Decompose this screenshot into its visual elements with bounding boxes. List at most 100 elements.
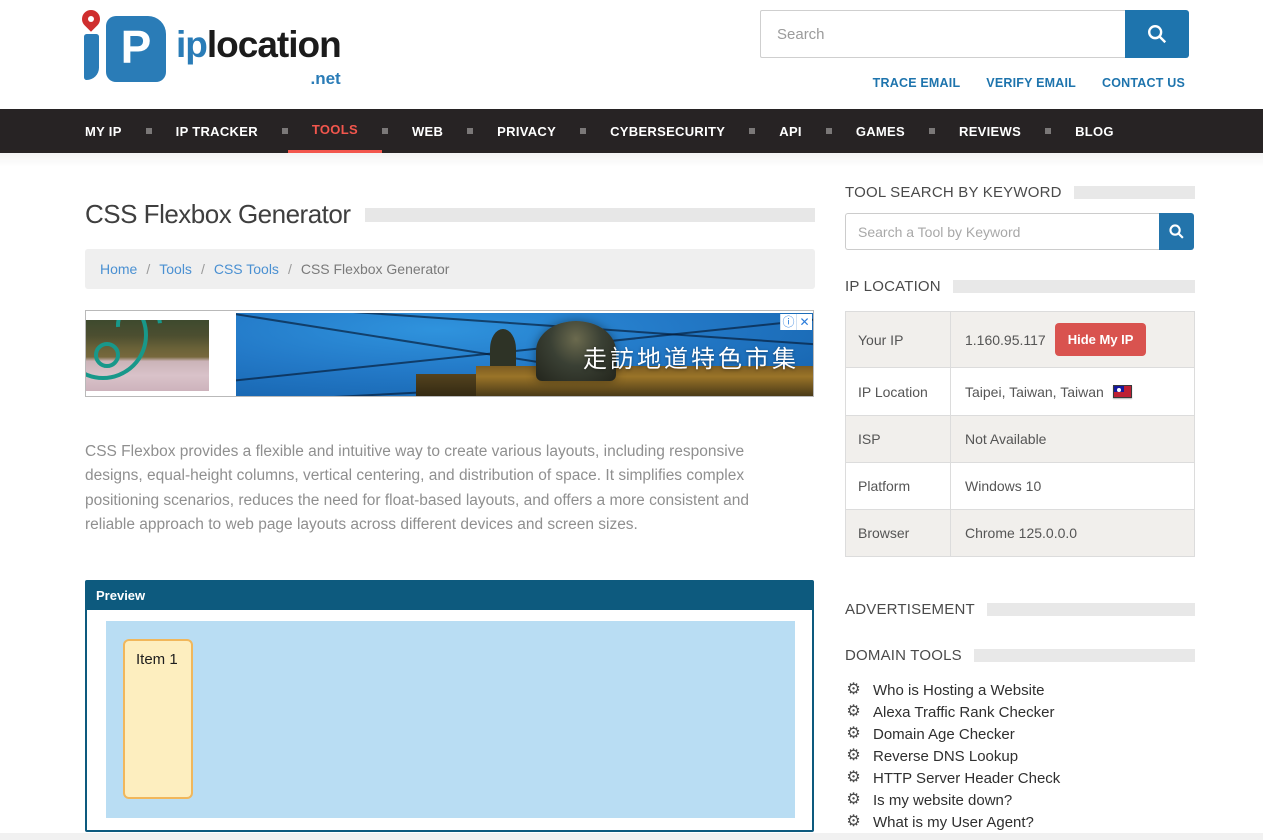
nav-item-my-ip[interactable]: MY IP bbox=[85, 109, 146, 153]
logo-icon: P bbox=[76, 10, 198, 82]
nav-shadow bbox=[0, 153, 1263, 167]
nav-item-blog[interactable]: BLOG bbox=[1051, 109, 1138, 153]
heading-decorative-bar bbox=[1074, 186, 1195, 199]
domain-tool-link-hosting[interactable]: Who is Hosting a Website bbox=[873, 682, 1044, 699]
ad-info-icon[interactable]: ⓘ bbox=[780, 314, 796, 330]
gear-icon: ⚙ bbox=[845, 748, 862, 764]
isp-value: Not Available bbox=[965, 431, 1046, 447]
ip-location-value: Taipei, Taiwan, Taiwan bbox=[965, 384, 1104, 400]
tool-search-input[interactable] bbox=[845, 213, 1159, 250]
heading-decorative-bar bbox=[953, 280, 1195, 293]
nav-item-ip-tracker[interactable]: IP TRACKER bbox=[152, 109, 282, 153]
flex-item-1[interactable]: Item 1 bbox=[123, 639, 193, 799]
site-logo[interactable]: P iplocation .net bbox=[76, 10, 341, 98]
title-decorative-bar bbox=[365, 208, 815, 222]
trace-email-link[interactable]: TRACE EMAIL bbox=[873, 76, 961, 90]
header-links: TRACE EMAIL VERIFY EMAIL CONTACT US bbox=[873, 76, 1185, 90]
location-pin-icon bbox=[78, 6, 103, 31]
logo-text: iplocation .net bbox=[176, 26, 341, 98]
breadcrumb-css-tools[interactable]: CSS Tools bbox=[214, 261, 279, 277]
list-item: ⚙ Domain Age Checker bbox=[845, 723, 1195, 745]
nav-item-games[interactable]: GAMES bbox=[832, 109, 929, 153]
site-header: P iplocation .net TRACE EMAIL VERIFY EMA… bbox=[0, 0, 1263, 109]
gear-icon: ⚙ bbox=[845, 682, 862, 698]
list-item: ⚙ Alexa Traffic Rank Checker bbox=[845, 701, 1195, 723]
search-icon bbox=[1168, 223, 1185, 240]
browser-value: Chrome 125.0.0.0 bbox=[965, 525, 1077, 541]
ip-location-heading-text: IP LOCATION bbox=[845, 278, 941, 295]
advertisement-heading-text: ADVERTISEMENT bbox=[845, 601, 975, 618]
domain-tools-heading: DOMAIN TOOLS bbox=[845, 647, 1195, 664]
flexbox-preview-container: Item 1 bbox=[106, 621, 795, 818]
page-title: CSS Flexbox Generator bbox=[85, 199, 351, 230]
search-icon bbox=[1146, 23, 1168, 45]
row-label: IP Location bbox=[846, 368, 951, 415]
ad-building-spire bbox=[490, 329, 516, 369]
hide-my-ip-button[interactable]: Hide My IP bbox=[1055, 323, 1147, 356]
advertisement-heading: ADVERTISEMENT bbox=[845, 601, 1195, 618]
header-search-input[interactable] bbox=[760, 10, 1125, 58]
nav-item-tools[interactable]: TOOLS bbox=[288, 109, 382, 153]
ad-left-image bbox=[86, 320, 209, 391]
list-item: ⚙ Is my website down? bbox=[845, 789, 1195, 811]
nav-item-privacy[interactable]: PRIVACY bbox=[473, 109, 580, 153]
ip-location-table: Your IP 1.160.95.117 Hide My IP IP Locat… bbox=[845, 311, 1195, 557]
gear-icon: ⚙ bbox=[845, 726, 862, 742]
row-label: Browser bbox=[846, 510, 951, 556]
logo-p-block: P bbox=[106, 16, 166, 82]
breadcrumb-home[interactable]: Home bbox=[100, 261, 137, 277]
breadcrumb-current: CSS Flexbox Generator bbox=[301, 261, 450, 277]
ad-close-icon[interactable]: ✕ bbox=[796, 314, 812, 330]
verify-email-link[interactable]: VERIFY EMAIL bbox=[986, 76, 1076, 90]
preview-panel: Preview Item 1 bbox=[85, 580, 814, 832]
nav-item-api[interactable]: API bbox=[755, 109, 826, 153]
ad-right-image: 走訪地道特色市集 ⓘ ✕ bbox=[236, 313, 813, 396]
ad-choice-icons: ⓘ ✕ bbox=[780, 314, 812, 330]
breadcrumb: Home / Tools / CSS Tools / CSS Flexbox G… bbox=[85, 249, 815, 289]
heading-decorative-bar bbox=[987, 603, 1195, 616]
row-label: ISP bbox=[846, 416, 951, 462]
domain-tool-link-reverse-dns[interactable]: Reverse DNS Lookup bbox=[873, 748, 1018, 765]
breadcrumb-separator: / bbox=[146, 261, 150, 277]
list-item: ⚙ Who is Hosting a Website bbox=[845, 679, 1195, 701]
row-label: Your IP bbox=[846, 312, 951, 367]
breadcrumb-tools[interactable]: Tools bbox=[159, 261, 192, 277]
domain-tools-list: ⚙ Who is Hosting a Website ⚙ Alexa Traff… bbox=[845, 679, 1195, 833]
table-row-platform: Platform Windows 10 bbox=[846, 463, 1194, 510]
gear-icon: ⚙ bbox=[845, 814, 862, 830]
header-search-button[interactable] bbox=[1125, 10, 1189, 58]
your-ip-value: 1.160.95.117 bbox=[965, 332, 1046, 348]
tool-search-heading: TOOL SEARCH BY KEYWORD bbox=[845, 184, 1195, 201]
nav-item-reviews[interactable]: REVIEWS bbox=[935, 109, 1045, 153]
ad-overlay-text: 走訪地道特色市集 bbox=[583, 339, 799, 374]
list-item: ⚙ What is my User Agent? bbox=[845, 811, 1195, 833]
nav-item-web[interactable]: WEB bbox=[388, 109, 467, 153]
title-row: CSS Flexbox Generator bbox=[85, 199, 815, 230]
tool-search-button[interactable] bbox=[1159, 213, 1194, 250]
logo-location: location bbox=[207, 24, 341, 65]
domain-tool-link-domain-age[interactable]: Domain Age Checker bbox=[873, 726, 1015, 743]
nav-item-cybersecurity[interactable]: CYBERSECURITY bbox=[586, 109, 749, 153]
domain-tool-link-website-down[interactable]: Is my website down? bbox=[873, 792, 1012, 809]
list-item: ⚙ HTTP Server Header Check bbox=[845, 767, 1195, 789]
taiwan-flag-icon bbox=[1113, 385, 1132, 398]
row-label: Platform bbox=[846, 463, 951, 509]
table-row-your-ip: Your IP 1.160.95.117 Hide My IP bbox=[846, 312, 1194, 368]
gear-icon: ⚙ bbox=[845, 770, 862, 786]
domain-tool-link-user-agent[interactable]: What is my User Agent? bbox=[873, 814, 1034, 831]
ad-route-node bbox=[94, 342, 120, 368]
contact-us-link[interactable]: CONTACT US bbox=[1102, 76, 1185, 90]
heading-decorative-bar bbox=[974, 649, 1195, 662]
table-row-ip-location: IP Location Taipei, Taiwan, Taiwan bbox=[846, 368, 1194, 416]
logo-i-stem bbox=[84, 34, 99, 80]
list-item: ⚙ Reverse DNS Lookup bbox=[845, 745, 1195, 767]
logo-tld: .net bbox=[176, 60, 341, 98]
table-row-browser: Browser Chrome 125.0.0.0 bbox=[846, 510, 1194, 557]
domain-tool-link-http-header[interactable]: HTTP Server Header Check bbox=[873, 770, 1060, 787]
ad-banner[interactable]: 走訪地道特色市集 ⓘ ✕ bbox=[85, 310, 814, 397]
domain-tool-link-alexa-rank[interactable]: Alexa Traffic Rank Checker bbox=[873, 704, 1054, 721]
gear-icon: ⚙ bbox=[845, 792, 862, 808]
ip-location-heading: IP LOCATION bbox=[845, 278, 1195, 295]
breadcrumb-separator: / bbox=[288, 261, 292, 277]
header-search bbox=[760, 10, 1189, 58]
